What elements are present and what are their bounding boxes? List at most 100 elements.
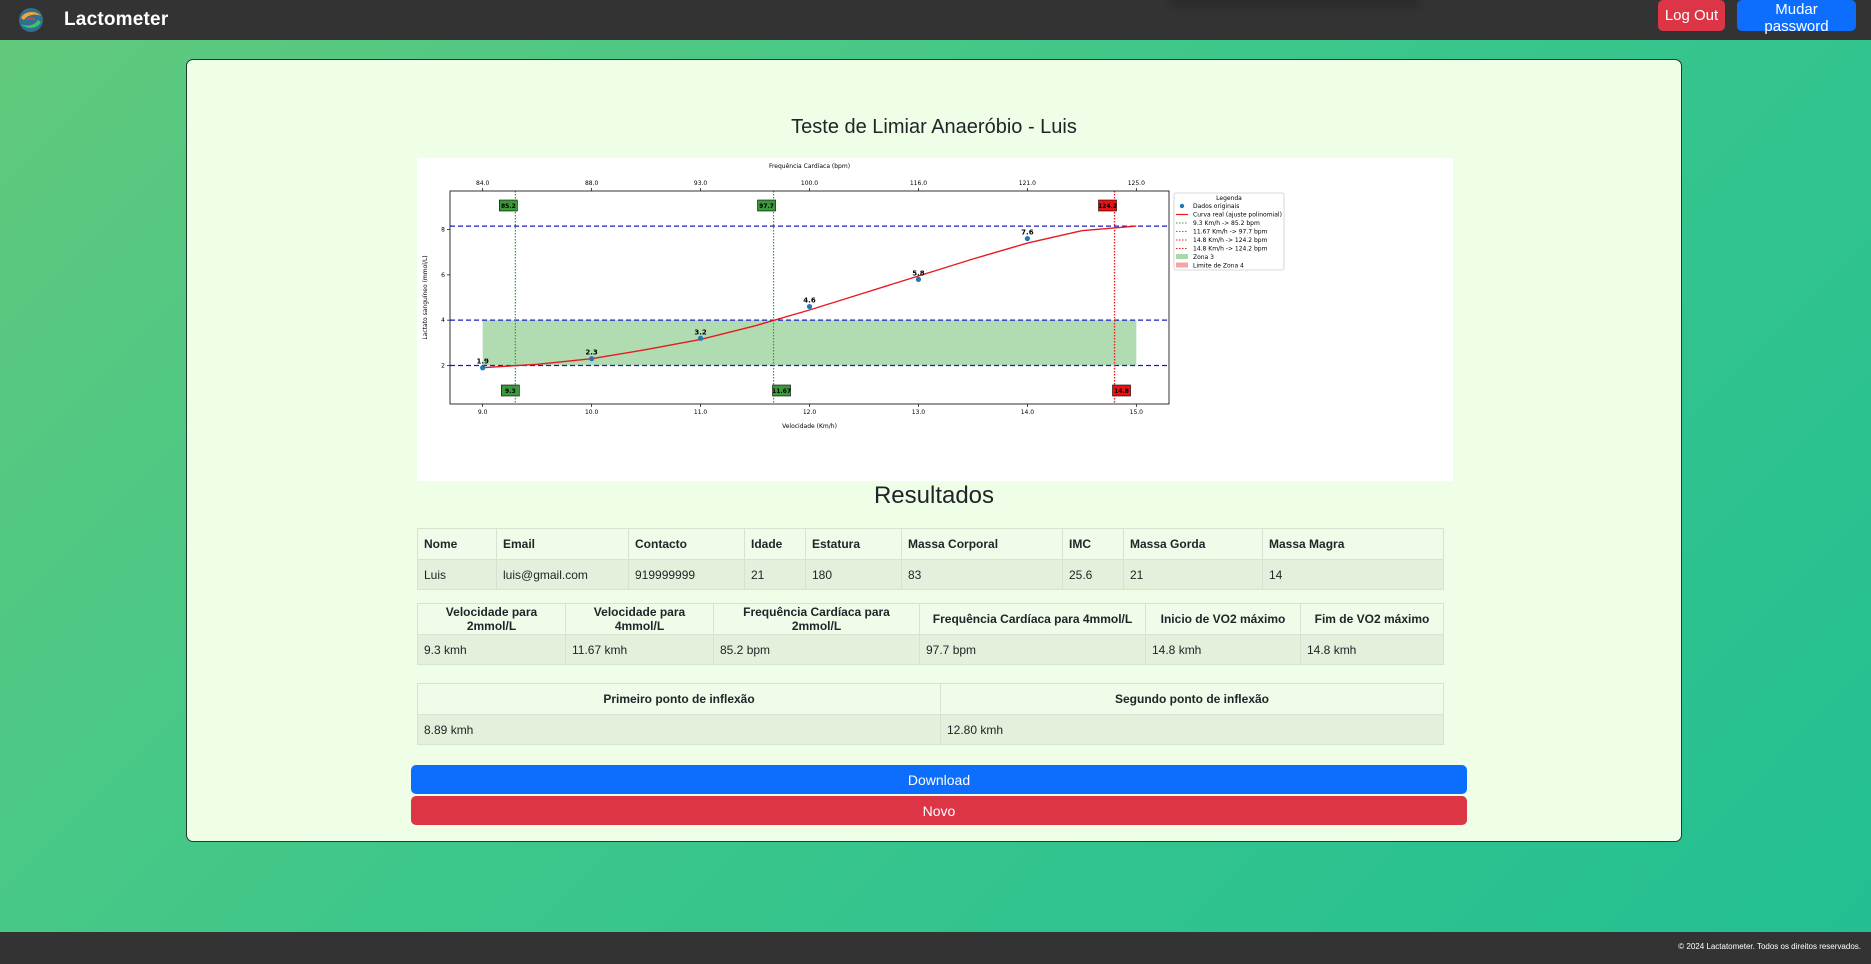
lactate-chart: 1.9 2.3 3.2 4.6 5.8 7.6 9.0 10.0 11.0 12.0 13.0 14.… [417,158,1453,481]
legend-label: Dados originais [1193,203,1239,210]
table-header-row: Primeiro ponto de inflexão Segundo ponto… [417,683,1444,715]
legend-label: 14.8 Km/h -> 124.2 bpm [1193,246,1268,253]
col-header: Fim de VO2 máximo [1300,603,1444,635]
y-tick-label: 2 [441,362,445,369]
threshold-top-label: 85.2 [501,203,516,210]
data-point [915,276,922,282]
threshold-bottom-label: 11.67 [772,388,791,395]
lactate-chart-svg: 1.9 2.3 3.2 4.6 5.8 7.6 9.0 10.0 11.0 12.0 13.0 14.… [422,163,1285,430]
col-header: IMC [1062,528,1124,560]
table-row: Luis luis@gmail.com 919999999 21 180 83 … [417,559,1444,590]
data-point [1024,235,1030,242]
footer: © 2024 Lactatometer. Todos os direitos r… [0,932,1871,964]
x-tick-label: 12.0 [803,409,817,416]
legend-label: Limite de Zona 4 [1193,263,1244,270]
navbar: Lactometer Log Out Mudar password [0,0,1871,40]
logout-button[interactable]: Log Out [1658,0,1725,31]
threshold-top-label: 97.7 [759,203,774,210]
y-tick-label: 8 [441,227,445,234]
col-header: Segundo ponto de inflexão [940,683,1444,715]
change-password-button[interactable]: Mudar password [1737,0,1856,35]
table-cell: 83 [901,559,1063,590]
data-label: 2.3 [585,349,598,357]
top-tick-label: 116.0 [910,180,927,187]
col-header: Idade [744,528,806,560]
x-tick-label: 13.0 [912,409,926,416]
table-row: 9.3 kmh 11.67 kmh 85.2 bpm 97.7 bpm 14.8… [417,634,1444,665]
table-header-row: Velocidade para 2mmol/L Velocidade para … [417,603,1444,635]
legend-label: 11.67 Km/h -> 97.7 bpm [1193,229,1268,236]
table-cell: 919999999 [628,559,745,590]
top-tick-label: 84.0 [476,180,490,187]
table-cell: 25.6 [1062,559,1124,590]
col-header: Primeiro ponto de inflexão [417,683,941,715]
top-tick-label: 121.0 [1019,180,1036,187]
data-point [480,365,486,371]
download-button[interactable]: Download [411,765,1467,794]
table-header-row: Nome Email Contacto Idade Estatura Massa… [417,528,1444,560]
top-tick-label: 125.0 [1128,180,1145,187]
table-cell: 180 [805,559,902,590]
threshold-bottom-label: 14.8 [1114,388,1129,395]
top-tick-label: 100.0 [801,180,818,187]
data-label: 1.9 [476,358,489,366]
table-cell: 12.80 kmh [940,714,1444,745]
x-tick-label: 15.0 [1130,409,1144,416]
table-cell: Luis [417,559,497,590]
col-header: Estatura [805,528,902,560]
col-header: Contacto [628,528,745,560]
athlete-table: Nome Email Contacto Idade Estatura Massa… [417,528,1444,590]
col-header: Email [496,528,629,560]
legend-label: Zona 3 [1193,254,1214,261]
table-cell: 21 [1123,559,1263,590]
col-header: Massa Gorda [1123,528,1263,560]
copyright-text: © 2024 Lactatometer. Todos os direitos r… [1678,942,1861,951]
threshold-bottom-label: 9.3 [505,388,516,395]
x-tick-label: 9.0 [478,409,488,416]
table-row: 8.89 kmh 12.80 kmh [417,714,1444,745]
table-cell: 11.67 kmh [565,634,714,665]
top-axis-title: Frequência Cardíaca (bpm) [769,163,850,170]
x-tick-label: 14.0 [1021,409,1035,416]
col-header: Nome [417,528,497,560]
data-label: 4.6 [803,297,816,305]
table-cell: 97.7 bpm [919,634,1146,665]
results-title: Resultados [873,482,995,509]
threshold-top-label: 124.2 [1098,203,1117,210]
col-header: Velocidade para 2mmol/L [417,603,566,635]
table-cell: 9.3 kmh [417,634,566,665]
table-cell: 21 [744,559,806,590]
table-cell: 8.89 kmh [417,714,941,745]
data-label: 7.6 [1021,229,1034,237]
legend-marker [1176,254,1188,259]
data-label: 3.2 [694,328,707,336]
col-header: Velocidade para 4mmol/L [565,603,714,635]
x-axis-title: Velocidade (Km/h) [782,423,837,430]
thresholds-table: Velocidade para 2mmol/L Velocidade para … [417,603,1444,665]
legend-marker [1179,203,1185,209]
col-header: Inicio de VO2 máximo [1145,603,1301,635]
y-tick-label: 6 [441,272,445,279]
zone-3-band [482,320,1137,366]
col-header: Massa Magra [1262,528,1444,560]
page-title: Teste de Limiar Anaeróbio - Luis [791,116,1077,138]
new-test-button[interactable]: Novo [411,796,1467,825]
table-cell: 14.8 kmh [1145,634,1301,665]
data-point [697,335,704,341]
table-cell: luis@gmail.com [496,559,629,590]
col-header: Massa Corporal [901,528,1063,560]
y-tick-label: 4 [441,317,445,324]
x-tick-label: 10.0 [585,409,599,416]
top-tick-label: 93.0 [694,180,708,187]
brand[interactable]: Lactometer [18,7,168,33]
col-header: Frequência Cardíaca para 4mmol/L [919,603,1146,635]
table-cell: 14.8 kmh [1300,634,1444,665]
data-point [589,356,595,362]
swirl-logo-icon [19,8,43,32]
table-cell: 14 [1262,559,1444,590]
legend-label: 14.8 Km/h -> 124.2 bpm [1193,237,1268,244]
table-cell: 85.2 bpm [713,634,920,665]
x-tick-label: 11.0 [694,409,708,416]
inflection-table: Primeiro ponto de inflexão Segundo ponto… [417,683,1444,745]
col-header: Frequência Cardíaca para 2mmol/L [713,603,920,635]
